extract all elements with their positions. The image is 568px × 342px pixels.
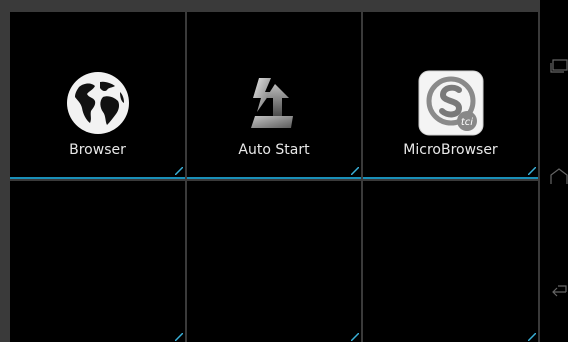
recent-apps-icon[interactable] xyxy=(548,56,568,76)
app-grid: Browser Auto Start tci MicroBrowser xyxy=(0,0,540,342)
microbrowser-s-icon: tci xyxy=(418,70,484,136)
microbrowser-icon-text: tci xyxy=(460,117,472,128)
corner-resize-icon xyxy=(528,333,536,341)
corner-resize-icon xyxy=(351,333,359,341)
empty-tile[interactable] xyxy=(363,181,538,342)
corner-resize-icon xyxy=(175,333,183,341)
autostart-arrow-icon xyxy=(241,70,307,136)
app-tile-browser[interactable]: Browser xyxy=(10,12,185,179)
corner-resize-icon xyxy=(175,167,183,175)
empty-tile[interactable] xyxy=(187,181,361,342)
back-icon[interactable] xyxy=(548,280,568,300)
corner-resize-icon xyxy=(528,167,536,175)
system-nav-bar xyxy=(540,0,568,342)
tile-accent-line xyxy=(187,177,361,179)
corner-resize-icon xyxy=(351,167,359,175)
app-label-browser: Browser xyxy=(69,142,126,158)
tile-accent-line xyxy=(10,177,185,179)
app-tile-microbrowser[interactable]: tci MicroBrowser xyxy=(363,12,538,179)
tile-accent-line xyxy=(363,177,538,179)
app-label-auto-start: Auto Start xyxy=(238,142,310,158)
empty-tile[interactable] xyxy=(10,181,185,342)
app-tile-auto-start[interactable]: Auto Start xyxy=(187,12,361,179)
home-icon[interactable] xyxy=(548,166,568,186)
app-label-microbrowser: MicroBrowser xyxy=(403,142,498,158)
globe-icon xyxy=(65,70,131,136)
